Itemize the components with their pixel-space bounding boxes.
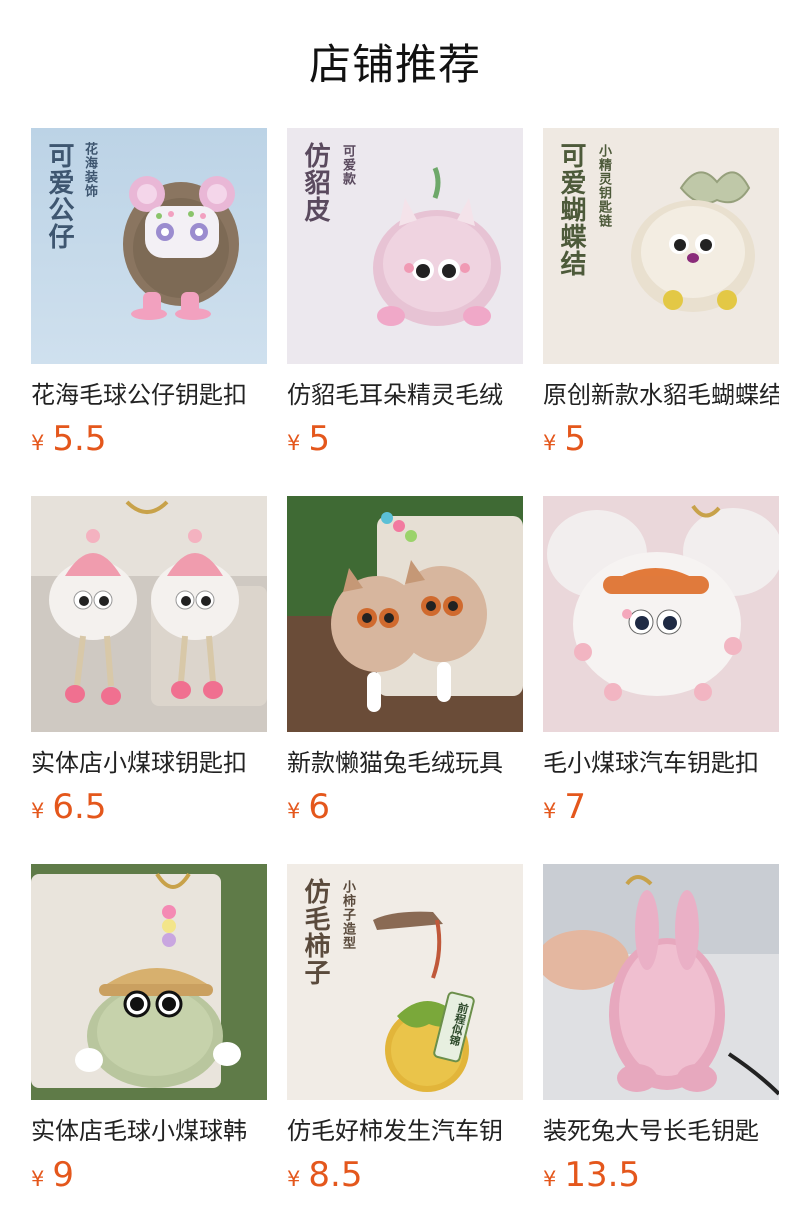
product-name[interactable]: 原创新款水貂毛蝴蝶结 — [543, 380, 779, 410]
product-price: ¥8.5 — [287, 1154, 523, 1202]
currency-symbol: ¥ — [287, 431, 301, 455]
product-image[interactable]: 仿貂皮 可爱款 — [287, 128, 523, 364]
product-image[interactable] — [31, 496, 267, 732]
product-name[interactable]: 实体店毛球小煤球韩 — [31, 1116, 267, 1146]
currency-symbol: ¥ — [31, 1167, 45, 1191]
product-image[interactable]: 可爱公仔 花海装饰 — [31, 128, 267, 364]
currency-symbol: ¥ — [287, 799, 301, 823]
image-caption-sub: 小柿子造型 — [340, 880, 355, 950]
product-card[interactable]: 可爱公仔 花海装饰 花海毛球公仔钥匙扣 ¥5.5 — [31, 128, 267, 466]
product-image[interactable]: 仿毛柿子 小柿子造型 前程似锦 — [287, 864, 523, 1100]
product-name[interactable]: 实体店小煤球钥匙扣 — [31, 748, 267, 778]
store-recommendations-page: 店铺推荐 可爱公仔 花海装饰 花海毛球公仔钥匙扣 ¥ 5.5 仿貂皮 可爱款 仿… — [0, 0, 790, 1232]
page-title: 店铺推荐 — [308, 40, 481, 89]
currency-symbol: ¥ — [543, 1167, 557, 1191]
price-value: 6 — [308, 787, 331, 827]
product-card[interactable]: 实体店小煤球钥匙扣 ¥6.5 — [31, 496, 267, 834]
product-image[interactable] — [287, 496, 523, 732]
product-image[interactable] — [543, 496, 779, 732]
product-card[interactable]: 装死兔大号长毛钥匙 ¥13.5 — [543, 864, 779, 1202]
image-caption-main: 仿貂皮 — [300, 142, 330, 223]
product-price: ¥13.5 — [543, 1154, 779, 1202]
product-card[interactable]: 毛小煤球汽车钥匙扣 ¥7 — [543, 496, 779, 834]
product-price: ¥6.5 — [31, 786, 267, 834]
product-card[interactable]: 仿毛柿子 小柿子造型 前程似锦 仿毛好柿发生汽车钥 ¥8.5 — [287, 864, 523, 1202]
currency-symbol: ¥ — [31, 431, 45, 455]
product-card[interactable]: 仿貂皮 可爱款 仿貂毛耳朵精灵毛绒 ¥5 — [287, 128, 523, 466]
product-image[interactable] — [31, 864, 267, 1100]
currency-symbol: ¥ — [543, 431, 557, 455]
price-value: 7 — [564, 787, 587, 827]
product-image[interactable]: 可爱蝴蝶结 小精灵钥匙链 — [543, 128, 779, 364]
price-value: 8.5 — [308, 1155, 363, 1195]
product-price: ¥5 — [287, 418, 523, 466]
price-value: 5 — [308, 419, 331, 459]
image-caption-sub: 可爱款 — [340, 144, 355, 186]
image-caption-main: 可爱公仔 — [44, 142, 74, 250]
price-value: 13.5 — [564, 1155, 641, 1195]
image-caption-main: 仿毛柿子 — [300, 878, 330, 986]
product-name[interactable]: 仿貂毛耳朵精灵毛绒 — [287, 380, 523, 410]
product-name[interactable]: 花海毛球公仔钥匙扣 — [31, 380, 267, 410]
product-price: ¥9 — [31, 1154, 267, 1202]
product-name[interactable]: 新款懒猫兔毛绒玩具 — [287, 748, 523, 778]
currency-symbol: ¥ — [287, 1167, 301, 1191]
product-name[interactable]: 毛小煤球汽车钥匙扣 — [543, 748, 779, 778]
product-price: ¥6 — [287, 786, 523, 834]
currency-symbol: ¥ — [543, 799, 557, 823]
image-caption-sub: 小精灵钥匙链 — [596, 144, 611, 228]
product-image[interactable] — [543, 864, 779, 1100]
price-value: 6.5 — [52, 787, 107, 827]
product-price: ¥7 — [543, 786, 779, 834]
product-price: ¥5.5 — [31, 418, 267, 466]
product-card[interactable]: 可爱蝴蝶结 小精灵钥匙链 原创新款水貂毛蝴蝶结 ¥5 — [543, 128, 779, 466]
product-name[interactable]: 仿毛好柿发生汽车钥 — [287, 1116, 523, 1146]
currency-symbol: ¥ — [31, 799, 45, 823]
product-price: ¥5 — [543, 418, 779, 466]
product-name[interactable]: 装死兔大号长毛钥匙 — [543, 1116, 779, 1146]
image-caption-main: 可爱蝴蝶结 — [556, 142, 586, 277]
price-value: 5 — [564, 419, 587, 459]
product-card[interactable]: 实体店毛球小煤球韩 ¥9 — [31, 864, 267, 1202]
price-value: 5.5 — [52, 419, 107, 459]
image-caption-sub: 花海装饰 — [82, 142, 97, 198]
price-value: 9 — [52, 1155, 75, 1195]
product-card[interactable]: 新款懒猫兔毛绒玩具 ¥6 — [287, 496, 523, 834]
